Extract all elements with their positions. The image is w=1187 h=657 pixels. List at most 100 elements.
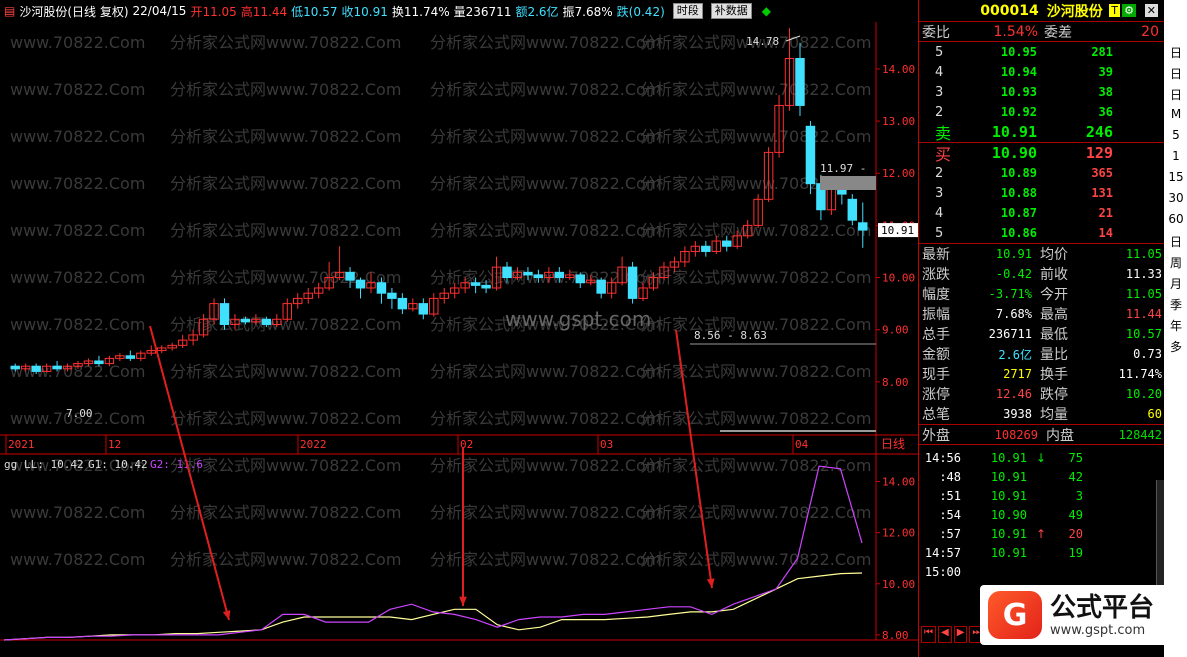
kline-chart-area[interactable]: ▤ 沙河股份(日线 复权) 22/04/15 开11.05 高11.44 低10…	[0, 0, 918, 657]
tick-time: :54	[939, 507, 961, 522]
period-tab[interactable]: 1	[1166, 149, 1186, 163]
period-tab[interactable]: 日	[1166, 86, 1186, 103]
order-ratio-row: 委比 1.54% 委差 20	[919, 22, 1164, 42]
watermark-text: 分析家公式网www.70822.Com	[430, 80, 661, 99]
watermark-text: 分析家公式网www.70822.Com	[170, 409, 401, 428]
watermark-text: 分析家公式网www.70822.Com	[640, 409, 871, 428]
outer-label: 外盘	[922, 427, 950, 444]
period-tab[interactable]: 日	[1166, 44, 1186, 61]
ask-level: 3	[935, 84, 944, 100]
watermark-text: 分析家公式网www.70822.Com	[170, 456, 401, 475]
period-tab[interactable]: 30	[1166, 191, 1186, 205]
period-tab[interactable]: 多	[1166, 338, 1186, 355]
bid-row[interactable]: 买 10.90 129	[919, 143, 1164, 164]
stat-value: 11.44	[1125, 307, 1162, 321]
candle-body	[10, 365, 20, 370]
stat-value: -3.71%	[988, 287, 1032, 301]
watermark-text: 分析家公式网www.70822.Com	[170, 174, 401, 193]
candle-body	[261, 318, 272, 325]
watermark-text: 分析家公式网www.70822.Com	[170, 127, 401, 146]
peak-annotation: 14.78	[746, 35, 779, 48]
candle-body	[847, 198, 858, 221]
bid-row[interactable]: 5 10.86 14	[919, 223, 1164, 243]
watermark-text: www.70822.Com	[10, 315, 145, 334]
ask-row[interactable]: 3 10.93 38	[919, 82, 1164, 102]
bid-row[interactable]: 2 10.89 365	[919, 163, 1164, 183]
watermark-text: www.70822.Com	[10, 221, 145, 240]
period-tab[interactable]: 周	[1166, 254, 1186, 271]
candle-body	[722, 240, 732, 247]
settings-icon[interactable]: ⚙	[1122, 4, 1136, 17]
next-page-icon[interactable]: ▶	[953, 626, 968, 643]
ask-price: 10.91	[991, 123, 1037, 141]
stat-row: 现手 2717 换手 11.74%	[919, 364, 1164, 384]
period-tab[interactable]: 年	[1166, 317, 1186, 334]
ask-row[interactable]: 5 10.95 281	[919, 42, 1164, 62]
ask-price: 10.93	[1000, 85, 1037, 99]
period-tab[interactable]: 季	[1166, 296, 1186, 313]
tick-volume: 75	[1068, 450, 1083, 465]
candle-body	[52, 365, 62, 370]
chart-canvas[interactable]: www.70822.Com 分析家公式网www.70822.Com 分析家公式网ww…	[0, 0, 918, 657]
ask-level: 4	[935, 64, 944, 80]
period-tab[interactable]: 日	[1166, 65, 1186, 82]
t-icon[interactable]: T	[1109, 4, 1120, 17]
stat-label: 总笔	[922, 407, 950, 423]
stat-label: 换手	[1040, 367, 1068, 383]
period-tab[interactable]: 15	[1166, 170, 1186, 184]
level-annotation: 8.56 - 8.63	[694, 329, 767, 342]
stat-value: -0.42	[995, 267, 1032, 281]
indicator-g2: G2: 11.6	[150, 458, 203, 471]
candle-body	[805, 125, 816, 185]
stat-value: 11.05	[1125, 287, 1162, 301]
stat-label: 量比	[1040, 347, 1068, 363]
tick-price: 10.91	[990, 526, 1027, 541]
stock-name: 沙河股份	[1046, 3, 1103, 20]
brand-badge[interactable]: G 公式平台 www.gspt.com	[980, 585, 1175, 645]
first-page-icon[interactable]: ⏮	[921, 626, 936, 643]
candle-body	[627, 266, 638, 299]
bid-level: 买	[935, 145, 952, 164]
prev-page-icon[interactable]: ◀	[938, 626, 952, 643]
stat-label: 前收	[1040, 267, 1068, 283]
ask-volume: 38	[1098, 85, 1113, 99]
period-tab[interactable]: 5	[1166, 128, 1186, 142]
price-axis-label: 12.00	[882, 167, 915, 180]
tick-time: 14:57	[924, 545, 961, 560]
period-tab[interactable]: 月	[1166, 275, 1186, 292]
ask-row[interactable]: 卖 10.91 246	[919, 122, 1164, 143]
date-axis-label: 03	[600, 438, 613, 451]
bid-row[interactable]: 4 10.87 21	[919, 203, 1164, 223]
indicator-axis-label: 12.00	[882, 527, 915, 540]
period-tab[interactable]: 60	[1166, 212, 1186, 226]
ask-book: 5 10.95 281 4 10.94 39 3 10.93 38 2 10.92 36 卖 10.91 2…	[919, 42, 1164, 144]
tick-time: :51	[939, 488, 961, 503]
close-icon[interactable]: ✕	[1144, 4, 1158, 17]
candle-body	[701, 245, 711, 252]
period-tab[interactable]: M	[1166, 107, 1186, 121]
date-axis-label: 04	[795, 438, 809, 451]
candle-body	[345, 271, 355, 281]
ask-row[interactable]: 2 10.92 36	[919, 102, 1164, 122]
ask-row[interactable]: 4 10.94 39	[919, 62, 1164, 82]
stat-row: 总笔 3938 均量 60	[919, 404, 1164, 424]
candle-body	[31, 365, 41, 372]
indicator-g1: G1: 10.42	[88, 458, 148, 471]
bid-volume: 129	[1085, 144, 1113, 162]
bid-price: 10.88	[1000, 186, 1037, 200]
tick-list[interactable]: 14:56 10.91 ↓ 75:48 10.91 42:51 10.91 3:54 10.90…	[919, 444, 1164, 581]
ratio-label: 委比	[922, 24, 950, 41]
stat-value: 2.6亿	[998, 347, 1032, 362]
watermark-text: 分析家公式网www.70822.Com	[430, 503, 661, 522]
watermark-text: 分析家公式网www.70822.Com	[430, 221, 661, 240]
bid-row[interactable]: 3 10.88 131	[919, 183, 1164, 203]
annotation-arrowhead	[459, 596, 467, 606]
watermark-text: www.70822.Com	[10, 33, 145, 52]
period-tab[interactable]: 日	[1166, 233, 1186, 250]
watermark-text: 分析家公式网www.70822.Com	[430, 409, 661, 428]
tick-time: 14:56	[924, 450, 961, 465]
candle-body	[795, 58, 805, 106]
stat-label: 现手	[922, 367, 950, 383]
stat-row: 最新 10.91 均价 11.05	[919, 244, 1164, 264]
bid-book: 买 10.90 129 2 10.89 365 3 10.88 131 4 10.87 21 5 10.8…	[919, 142, 1164, 243]
